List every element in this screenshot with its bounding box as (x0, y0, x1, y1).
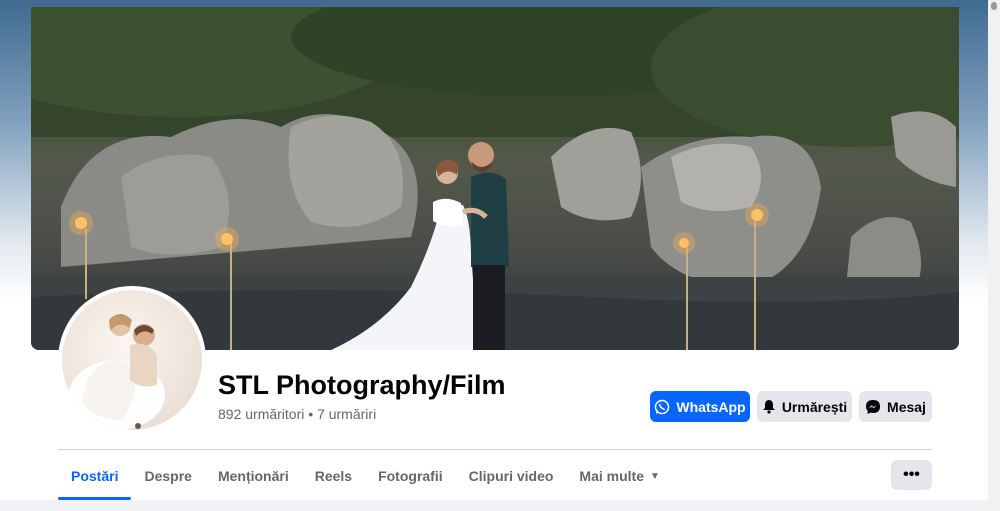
tab-label: Clipuri video (468, 468, 554, 484)
tab-photos[interactable]: Fotografii (365, 452, 456, 500)
scrollbar[interactable] (988, 0, 1000, 511)
content-area-top (0, 500, 988, 511)
whatsapp-icon (654, 399, 670, 415)
ellipsis-icon: ••• (903, 466, 920, 483)
tab-label: Menționări (217, 468, 289, 484)
follow-button[interactable]: Urmărești (757, 391, 852, 422)
tab-label: Postări (71, 468, 119, 484)
message-button[interactable]: Mesaj (859, 391, 932, 422)
tab-label: Mai multe (579, 468, 644, 484)
tab-videos[interactable]: Clipuri video (456, 452, 567, 500)
tab-label: Reels (314, 468, 353, 484)
tab-label: Fotografii (378, 468, 443, 484)
page-title: STL Photography/Film (218, 370, 506, 400)
stats-separator: • (308, 406, 314, 422)
tab-posts[interactable]: Postări (58, 452, 132, 500)
follow-button-label: Urmărești (781, 398, 848, 415)
follower-stats: 892 urmăritori • 7 urmăriri (218, 406, 376, 422)
tab-reels[interactable]: Reels (302, 452, 365, 500)
tab-mentions[interactable]: Menționări (205, 452, 302, 500)
tab-label: Despre (144, 468, 192, 484)
tab-more[interactable]: Mai multe ▼ (566, 452, 672, 500)
following-count[interactable]: 7 urmăriri (317, 406, 376, 422)
caret-down-icon: ▼ (650, 470, 660, 482)
page-tabs: Postări Despre Menționări Reels Fotograf… (58, 452, 673, 500)
bell-icon (762, 399, 776, 414)
tab-about[interactable]: Despre (131, 452, 204, 500)
followers-count[interactable]: 892 urmăritori (218, 406, 304, 422)
profile-picture-image (62, 290, 202, 430)
scrollbar-thumb[interactable] (991, 2, 997, 10)
message-button-label: Mesaj (887, 398, 926, 415)
whatsapp-button-label: WhatsApp (676, 398, 746, 415)
more-options-button[interactable]: ••• (891, 460, 932, 490)
whatsapp-button[interactable]: WhatsApp (650, 391, 750, 422)
header-divider (58, 449, 932, 450)
messenger-icon (865, 399, 881, 415)
profile-picture[interactable] (58, 286, 206, 434)
